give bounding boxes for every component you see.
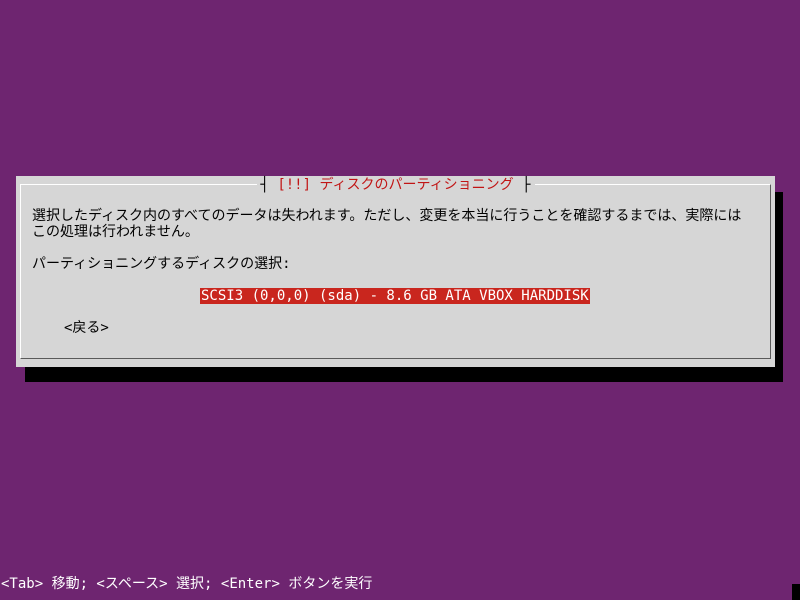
dialog-title-text: ディスクのパーティショニング (319, 177, 514, 193)
partition-dialog: ┤ [!!] ディスクのパーティショニング ├ 選択したディスク内のすべてのデー… (16, 176, 775, 367)
status-bar: <Tab> 移動; <スペース> 選択; <Enter> ボタンを実行 (0, 576, 800, 600)
back-button[interactable]: <戻る> (64, 320, 109, 336)
dialog-title: ┤ [!!] ディスクのパーティショニング ├ (256, 177, 535, 193)
terminal-cursor (792, 584, 800, 600)
disk-prompt: パーティショニングするディスクの選択: (32, 256, 291, 272)
dialog-title-prefix: [!!] (277, 177, 312, 193)
disk-option-sda[interactable]: SCSI3 (0,0,0) (sda) - 8.6 GB ATA VBOX HA… (200, 288, 590, 304)
dialog-message: 選択したディスク内のすべてのデータは失われます。ただし、変更を本当に行うことを確… (32, 208, 742, 240)
